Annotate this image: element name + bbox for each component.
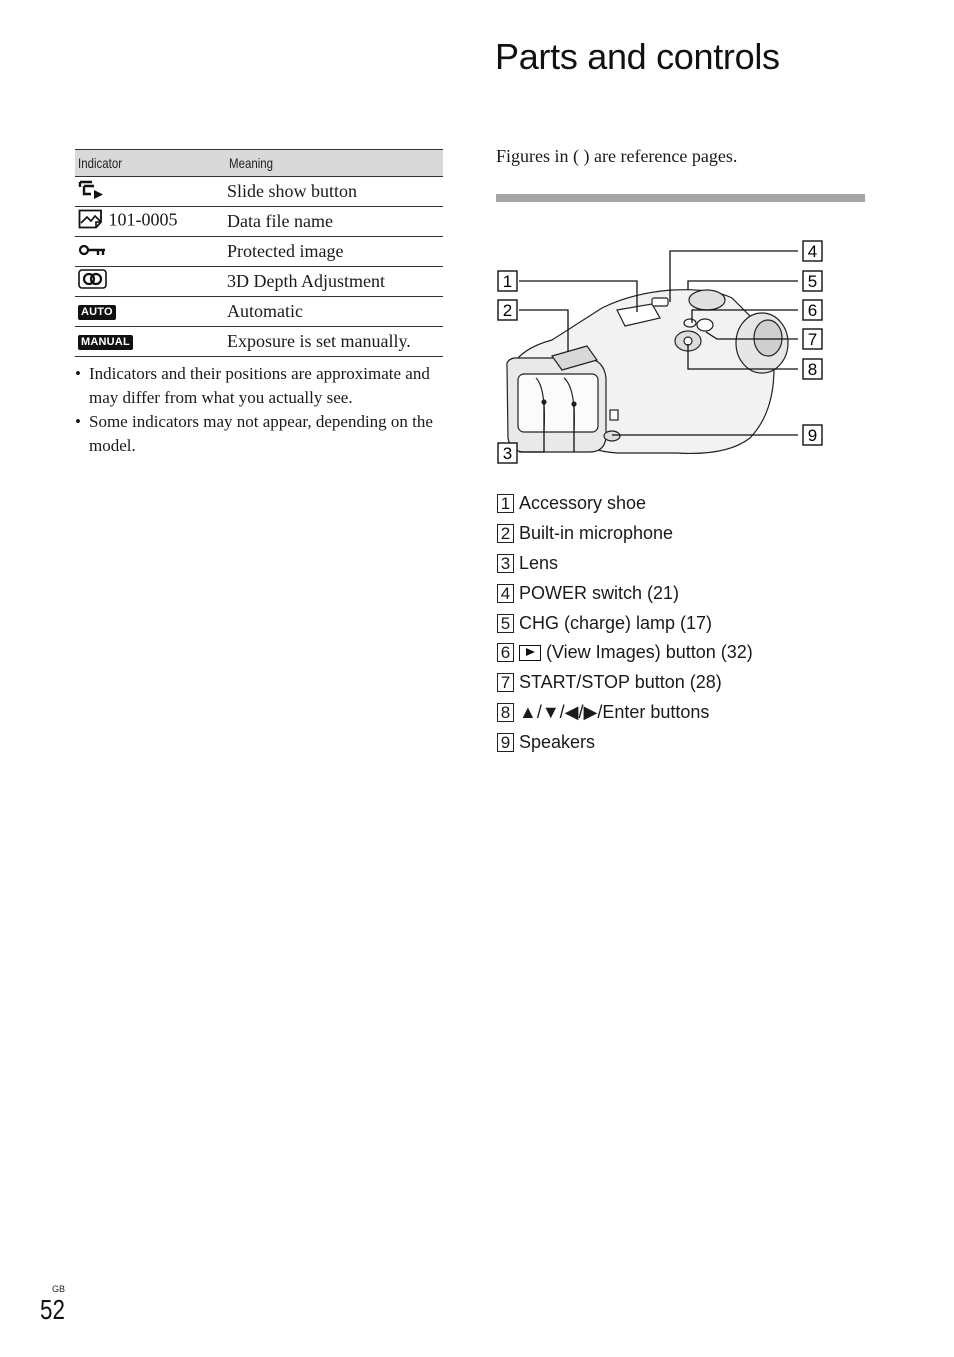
- camera-illustration: 1 2 3 4 5 6 7 8 9: [497, 240, 823, 464]
- part-label: ▲/▼/◀/▶/Enter buttons: [519, 701, 710, 722]
- parts-list: 1 Accessory shoe 2 Built-in microphone 3 Le…: [497, 489, 753, 757]
- column-header-meaning: Meaning: [226, 149, 443, 177]
- page-title: Parts and controls: [495, 36, 780, 77]
- protect-key-icon: [78, 242, 108, 263]
- column-header-meaning-label: Meaning: [229, 155, 274, 171]
- bullet: •: [75, 364, 81, 383]
- auto-badge: AUTO: [78, 305, 116, 321]
- part-number: 1: [497, 494, 514, 514]
- svg-text:6: 6: [808, 301, 817, 320]
- part-item: 7 START/STOP button (28): [497, 668, 753, 698]
- page-number: 52: [40, 1294, 65, 1325]
- table-header-row: Indicator Meaning: [75, 149, 443, 177]
- callout-4: 4: [802, 240, 823, 262]
- part-label: Built-in microphone: [519, 523, 674, 544]
- table-row: 3D Depth Adjustment: [75, 266, 443, 297]
- callout-1: 1: [497, 270, 518, 292]
- svg-text:3: 3: [503, 444, 512, 463]
- part-item: 6 (View Images) button (32): [497, 638, 753, 668]
- svg-text:5: 5: [808, 272, 817, 291]
- part-number: 9: [497, 732, 514, 752]
- part-item: 1 Accessory shoe: [497, 489, 753, 519]
- part-item: 4 POWER switch (21): [497, 578, 753, 608]
- part-number: 3: [497, 553, 514, 573]
- svg-text:8: 8: [808, 360, 817, 379]
- data-file-name: 101-0005: [108, 209, 178, 230]
- callout-9: 9: [802, 424, 823, 446]
- table-row: Slide show button: [75, 176, 443, 207]
- camera-figure: 1 2 3 4 5 6 7 8 9: [492, 238, 832, 470]
- part-label: Accessory shoe: [519, 493, 647, 514]
- indicator-cell: [75, 176, 226, 207]
- region-code: GB: [52, 1284, 66, 1294]
- table-row: AUTO Automatic: [75, 296, 443, 327]
- meaning-cell: Exposure is set manually.: [226, 326, 443, 357]
- note-item: • Indicators and their positions are appr…: [75, 362, 445, 410]
- meaning-cell: Protected image: [226, 236, 443, 267]
- slide-show-icon: [78, 179, 106, 204]
- bullet: •: [75, 412, 81, 431]
- part-label: START/STOP button (28): [519, 672, 722, 693]
- svg-text:4: 4: [808, 242, 817, 261]
- data-file-icon: [78, 209, 104, 234]
- svg-text:1: 1: [503, 272, 512, 291]
- part-item: 3 Lens: [497, 549, 753, 579]
- indicator-cell: [75, 266, 226, 297]
- indicator-cell: AUTO: [75, 296, 226, 327]
- note-text: Some indicators may not appear, dependin…: [89, 412, 433, 455]
- table-row: Protected image: [75, 236, 443, 267]
- svg-text:7: 7: [808, 330, 817, 349]
- meaning-cell: Slide show button: [226, 176, 443, 207]
- meaning-cell: 3D Depth Adjustment: [226, 266, 443, 297]
- callout-5: 5: [802, 270, 823, 292]
- section-divider: [496, 194, 865, 202]
- svg-text:9: 9: [808, 426, 817, 445]
- part-item: 8 ▲/▼/◀/▶/Enter buttons: [497, 698, 753, 728]
- part-number: 4: [497, 583, 514, 603]
- meaning-cell: Automatic: [226, 296, 443, 327]
- part-item: 2 Built-in microphone: [497, 519, 753, 549]
- 3d-depth-icon: [78, 269, 108, 294]
- svg-text:2: 2: [503, 301, 512, 320]
- note-item: • Some indicators may not appear, dependi…: [75, 410, 445, 458]
- callout-2: 2: [497, 299, 518, 321]
- intro-text: Figures in ( ) are reference pages.: [496, 146, 738, 166]
- part-number: 7: [497, 673, 514, 693]
- indicator-cell: [75, 236, 226, 267]
- indicator-table: Indicator Meaning Slide show button 101-…: [75, 149, 443, 357]
- callout-8: 8: [802, 358, 823, 380]
- column-header-indicator: Indicator: [75, 149, 226, 177]
- callout-3: 3: [497, 442, 518, 464]
- notes-list: • Indicators and their positions are appr…: [75, 362, 445, 458]
- indicator-cell: 101-0005: [75, 206, 226, 237]
- indicator-cell: MANUAL: [75, 326, 226, 357]
- view-images-icon: [519, 644, 541, 661]
- part-number: 5: [497, 613, 514, 633]
- part-item: 9 Speakers: [497, 727, 753, 757]
- manual-badge: MANUAL: [78, 335, 133, 351]
- part-label: (View Images) button (32): [546, 642, 753, 663]
- part-number: 2: [497, 524, 514, 544]
- part-number: 8: [497, 702, 514, 722]
- part-label: Speakers: [519, 731, 596, 752]
- meaning-cell: Data file name: [226, 206, 443, 237]
- column-header-indicator-label: Indicator: [78, 155, 123, 171]
- part-label: Lens: [519, 552, 559, 573]
- part-item: 5 CHG (charge) lamp (17): [497, 608, 753, 638]
- part-label: CHG (charge) lamp (17): [519, 612, 713, 633]
- note-text: Indicators and their positions are appro…: [89, 364, 430, 407]
- callout-6: 6: [802, 299, 823, 321]
- table-row: 101-0005 Data file name: [75, 206, 443, 237]
- callout-7: 7: [802, 328, 823, 350]
- table-row: MANUAL Exposure is set manually.: [75, 326, 443, 357]
- part-label: POWER switch (21): [519, 582, 680, 603]
- part-number: 6: [497, 643, 514, 663]
